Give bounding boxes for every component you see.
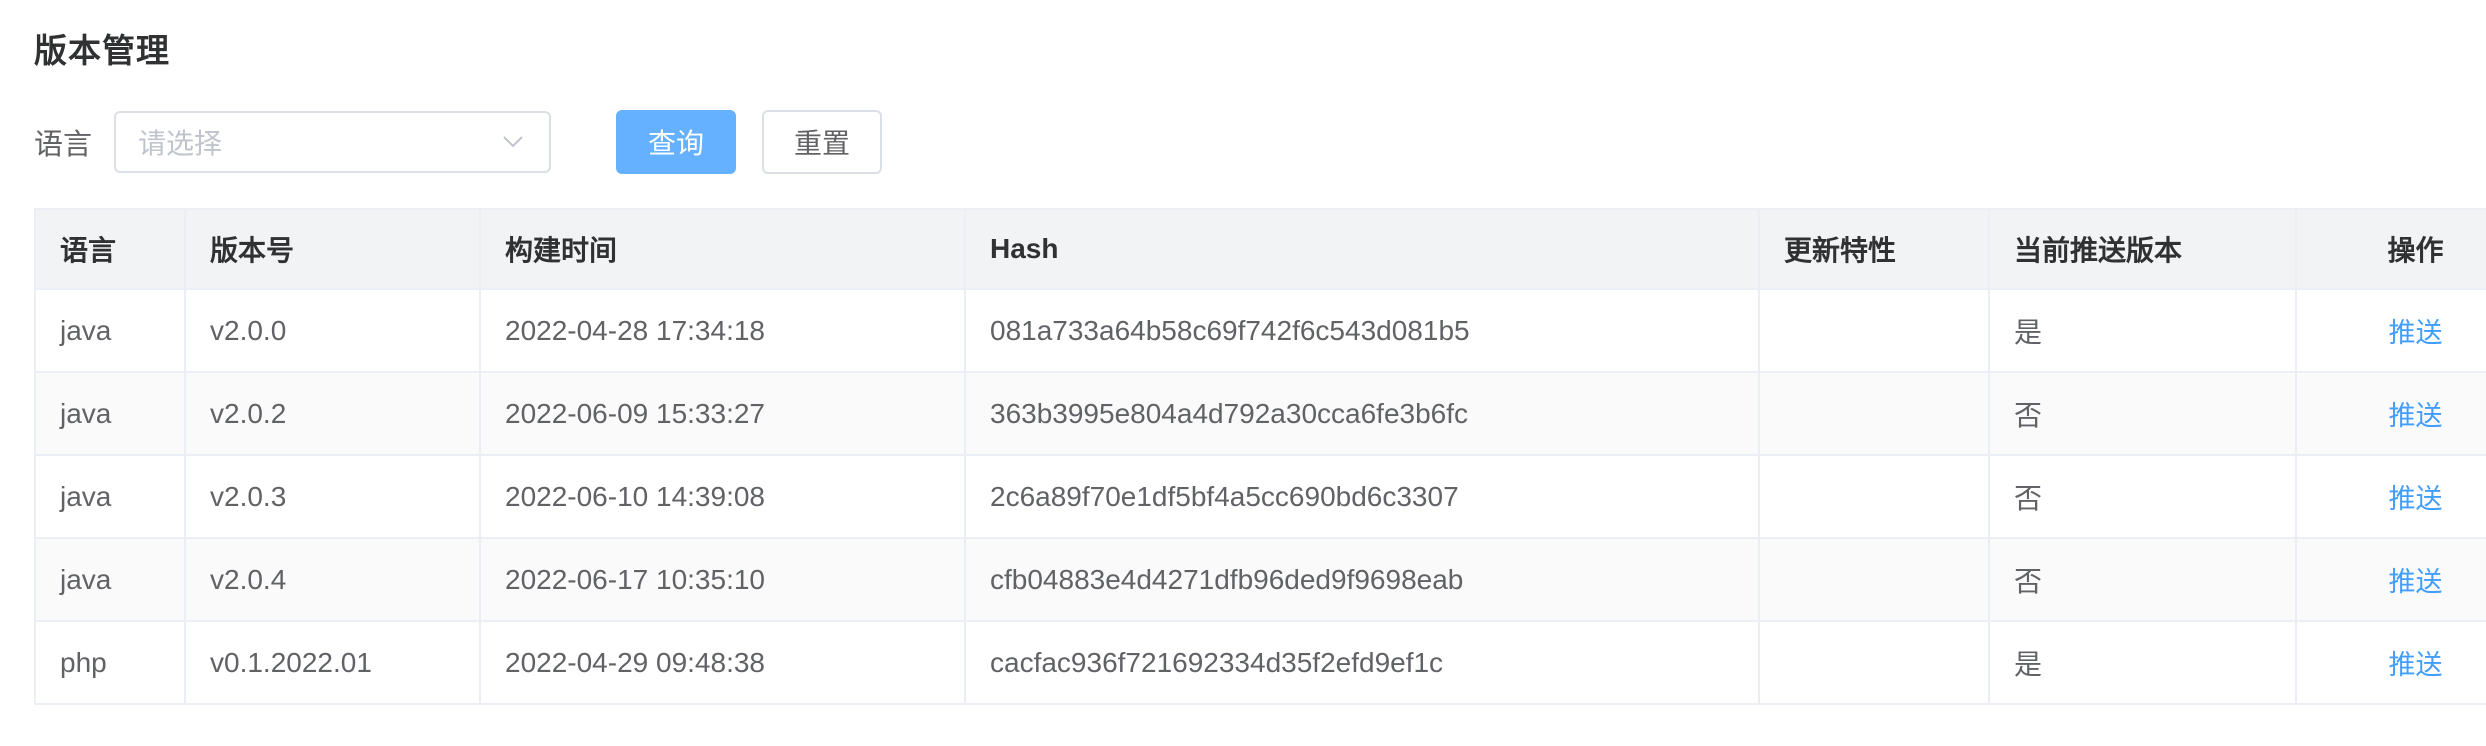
filter-bar: 语言 请选择 查询 重置: [34, 110, 882, 174]
cell-version: v2.0.2: [184, 371, 481, 456]
cell-version: v2.0.0: [184, 288, 481, 373]
cell-current-push: 是: [1988, 288, 2297, 373]
cell-features: [1758, 454, 1990, 539]
language-select[interactable]: 请选择: [114, 111, 551, 173]
push-link[interactable]: 推送: [2389, 567, 2443, 597]
cell-build-time: 2022-06-09 15:33:27: [479, 371, 966, 456]
header-language: 语言: [34, 208, 186, 290]
table-row: java v2.0.2 2022-06-09 15:33:27 363b3995…: [34, 371, 2486, 456]
cell-hash: 2c6a89f70e1df5bf4a5cc690bd6c3307: [964, 454, 1760, 539]
push-link[interactable]: 推送: [2389, 318, 2443, 348]
header-action: 操作: [2295, 208, 2486, 290]
header-row: 语言 版本号 构建时间 Hash 更新特性 当前推送版本 操作: [34, 208, 2486, 290]
cell-features: [1758, 620, 1990, 705]
cell-version: v2.0.4: [184, 537, 481, 622]
page-title: 版本管理: [34, 32, 170, 69]
cell-language: java: [34, 288, 186, 373]
cell-hash: cfb04883e4d4271dfb96ded9f9698eab: [964, 537, 1760, 622]
language-select-placeholder: 请选择: [138, 128, 223, 159]
cell-language: java: [34, 537, 186, 622]
cell-hash: cacfac936f721692334d35f2efd9ef1c: [964, 620, 1760, 705]
cell-current-push: 否: [1988, 371, 2297, 456]
cell-hash: 081a733a64b58c69f742f6c543d081b5: [964, 288, 1760, 373]
reset-button[interactable]: 重置: [762, 110, 882, 174]
cell-language: java: [34, 371, 186, 456]
header-current-push: 当前推送版本: [1988, 208, 2297, 290]
cell-version: v0.1.2022.01: [184, 620, 481, 705]
cell-action: 推送: [2295, 620, 2486, 705]
cell-hash: 363b3995e804a4d792a30cca6fe3b6fc: [964, 371, 1760, 456]
cell-build-time: 2022-04-28 17:34:18: [479, 288, 966, 373]
cell-current-push: 是: [1988, 620, 2297, 705]
cell-action: 推送: [2295, 454, 2486, 539]
cell-language: java: [34, 454, 186, 539]
header-features: 更新特性: [1758, 208, 1990, 290]
cell-language: php: [34, 620, 186, 705]
push-link[interactable]: 推送: [2389, 401, 2443, 431]
language-filter-label: 语言: [34, 129, 93, 161]
header-version: 版本号: [184, 208, 481, 290]
cell-current-push: 否: [1988, 537, 2297, 622]
push-link[interactable]: 推送: [2389, 484, 2443, 514]
table-header: 语言 版本号 构建时间 Hash 更新特性 当前推送版本 操作: [34, 208, 2486, 290]
cell-action: 推送: [2295, 371, 2486, 456]
table-row: java v2.0.0 2022-04-28 17:34:18 081a733a…: [34, 288, 2486, 373]
cell-features: [1758, 288, 1990, 373]
cell-build-time: 2022-06-17 10:35:10: [479, 537, 966, 622]
version-table-wrapper: 语言 版本号 构建时间 Hash 更新特性 当前推送版本 操作 java v2.…: [34, 208, 2486, 705]
table-row: java v2.0.4 2022-06-17 10:35:10 cfb04883…: [34, 537, 2486, 622]
query-button[interactable]: 查询: [616, 110, 736, 174]
table-body: java v2.0.0 2022-04-28 17:34:18 081a733a…: [34, 288, 2486, 705]
cell-version: v2.0.3: [184, 454, 481, 539]
cell-build-time: 2022-06-10 14:39:08: [479, 454, 966, 539]
cell-action: 推送: [2295, 537, 2486, 622]
version-management-page: 版本管理 语言 请选择 查询 重置 语言 版本号 构建时间 Hash 更新特性 …: [0, 0, 2486, 746]
push-link[interactable]: 推送: [2389, 650, 2443, 680]
cell-action: 推送: [2295, 288, 2486, 373]
header-hash: Hash: [964, 208, 1760, 290]
table-row: php v0.1.2022.01 2022-04-29 09:48:38 cac…: [34, 620, 2486, 705]
version-table: 语言 版本号 构建时间 Hash 更新特性 当前推送版本 操作 java v2.…: [34, 208, 2486, 705]
cell-features: [1758, 537, 1990, 622]
header-build-time: 构建时间: [479, 208, 966, 290]
cell-features: [1758, 371, 1990, 456]
cell-build-time: 2022-04-29 09:48:38: [479, 620, 966, 705]
cell-current-push: 否: [1988, 454, 2297, 539]
chevron-down-icon: [503, 136, 523, 148]
table-row: java v2.0.3 2022-06-10 14:39:08 2c6a89f7…: [34, 454, 2486, 539]
